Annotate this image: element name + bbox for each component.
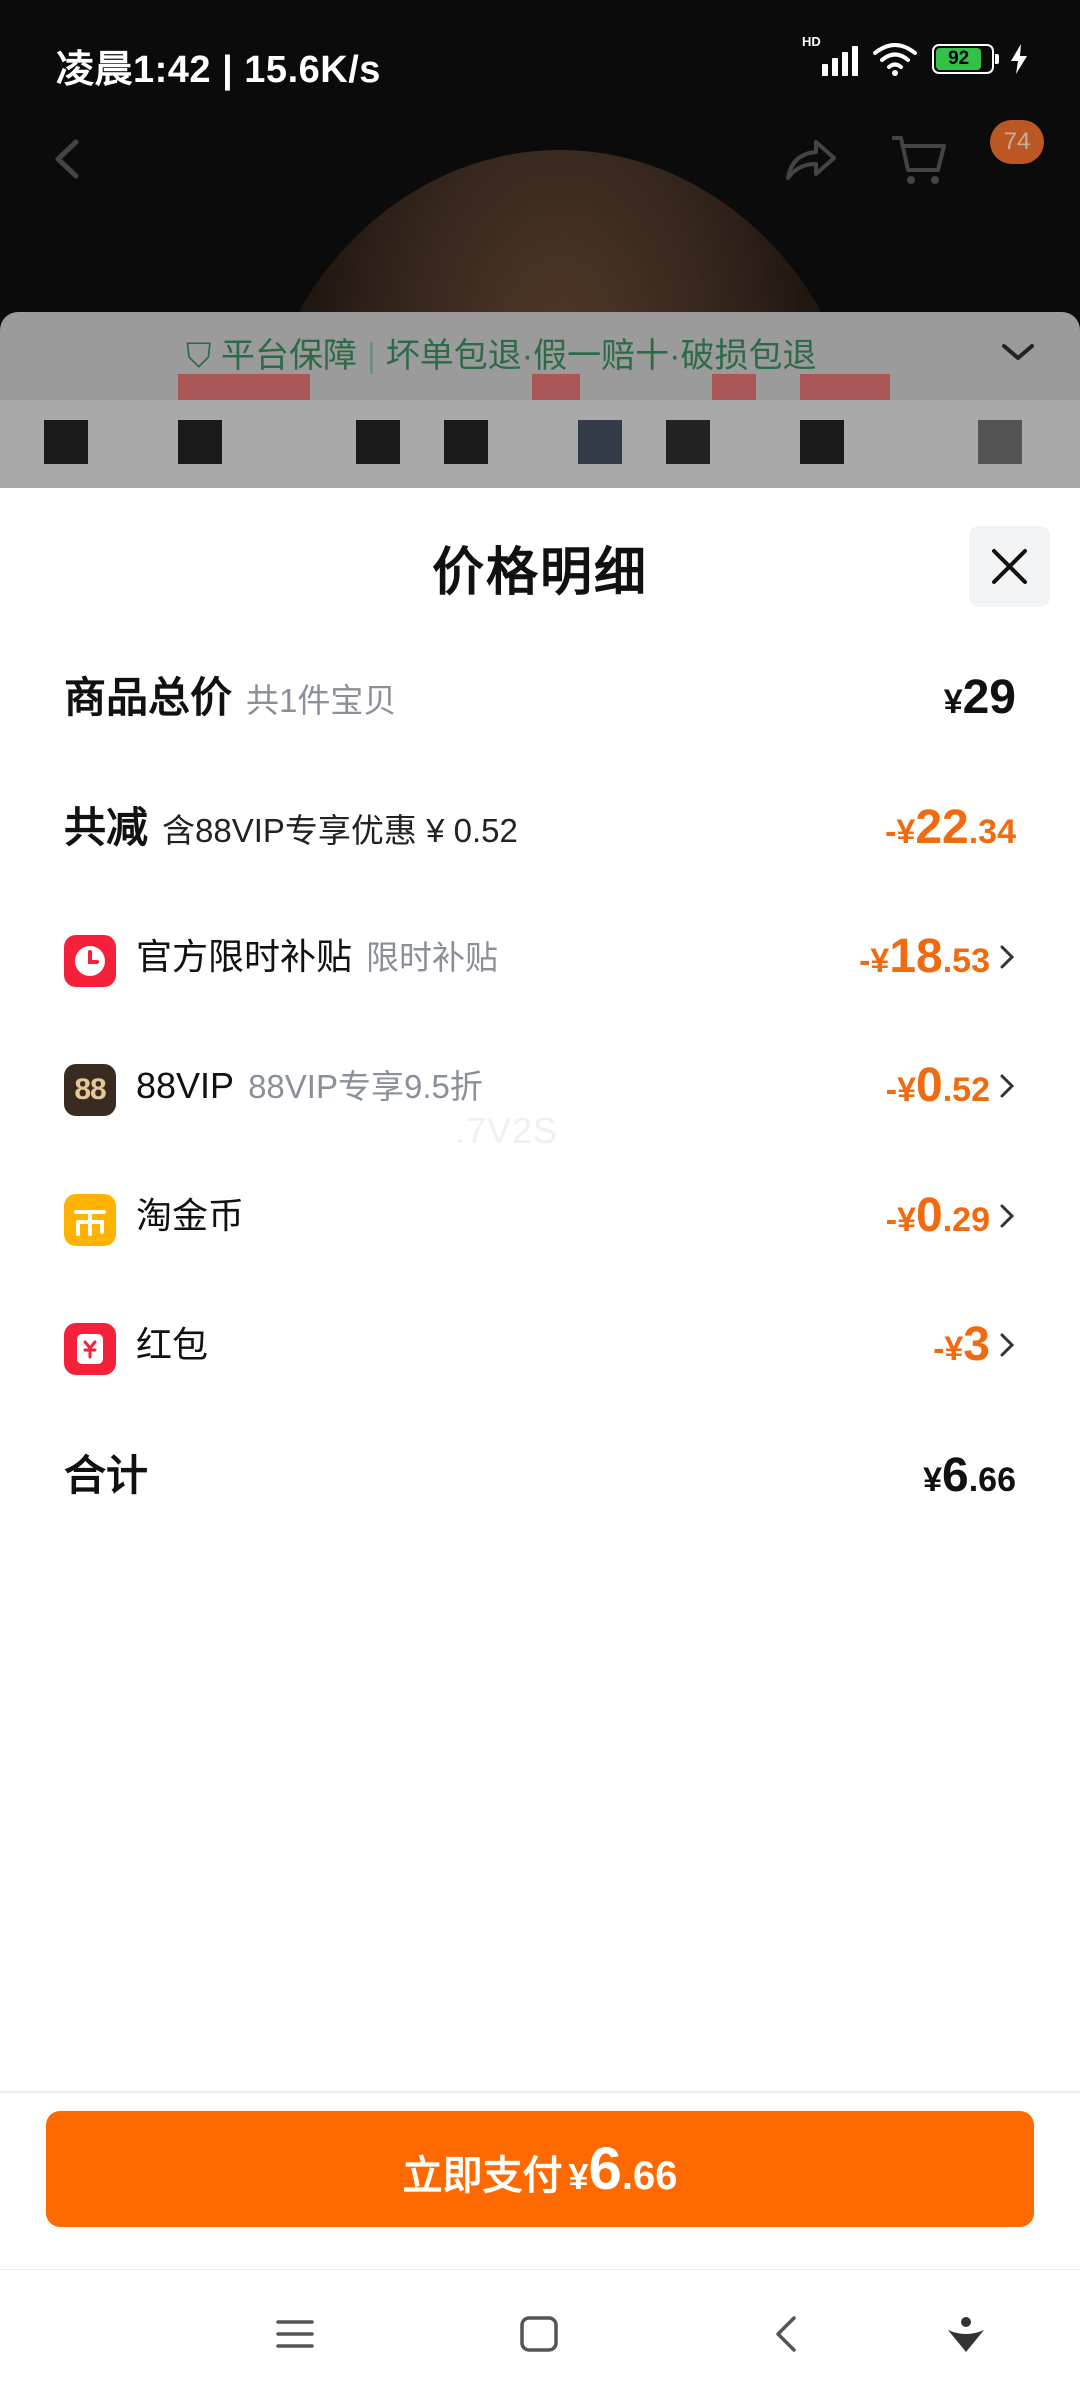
row-label: 共减 含88VIP专享优惠 ¥ 0.52	[64, 804, 518, 851]
row-taojinbi[interactable]: 淘金币 -¥0.29	[64, 1176, 1016, 1256]
assistant-icon[interactable]	[944, 2312, 988, 2356]
row-amount: -¥0.29	[885, 1189, 990, 1242]
back-arrow-icon[interactable]	[44, 134, 94, 184]
chevron-right-icon	[1000, 1333, 1015, 1357]
row-label: 淘金币	[136, 1195, 245, 1236]
row-grand-total: 合计 ¥6.66	[64, 1436, 1016, 1516]
row-red-packet[interactable]: 红包 -¥3	[64, 1305, 1016, 1385]
row-goods-total: 商品总价 共1件宝贝 ¥29	[64, 658, 1016, 738]
product-top-nav: 74	[0, 120, 1080, 200]
row-amount: -¥22.34	[885, 801, 1016, 854]
row-label: 合计	[64, 1452, 149, 1499]
row-amount: -¥18.53	[859, 930, 990, 983]
wifi-icon	[873, 43, 917, 76]
red-packet-icon	[64, 1323, 116, 1375]
home-icon[interactable]	[518, 2312, 560, 2356]
close-button[interactable]	[969, 526, 1050, 607]
battery-level: 92	[936, 48, 982, 70]
row-amount: ¥29	[943, 671, 1016, 724]
chevron-right-icon	[1000, 1204, 1015, 1228]
chevron-right-icon	[1000, 945, 1015, 969]
guarantee-line: ⛉ 平台保障 | 坏单包退·假一赔十·破损包退	[186, 337, 817, 375]
guarantee-items: 坏单包退·假一赔十·破损包退	[385, 337, 817, 375]
row-sub: 88VIP专享9.5折	[248, 1068, 483, 1105]
divider	[0, 2091, 1080, 2093]
battery-icon: 92	[932, 44, 999, 74]
row-label: 商品总价 共1件宝贝	[64, 674, 397, 721]
back-icon[interactable]	[766, 2312, 808, 2356]
row-sub: 含88VIP专享优惠 ¥ 0.52	[162, 812, 518, 849]
row-label: 88VIP 88VIP专享9.5折	[136, 1065, 483, 1106]
chevron-right-icon	[1000, 1074, 1015, 1098]
cart-count-badge: 74	[990, 120, 1044, 164]
row-amount: -¥3	[933, 1318, 990, 1371]
vip-88-icon: 88	[64, 1064, 116, 1116]
share-icon[interactable]	[780, 130, 840, 190]
pay-label: 立即支付	[402, 2154, 563, 2198]
close-icon	[992, 549, 1027, 584]
status-bar: 凌晨1:42 | 15.6K/s HD 92	[0, 0, 1080, 125]
status-time: 凌晨1:42 | 15.6K/s	[56, 49, 381, 91]
row-official-subsidy[interactable]: 官方限时补贴 限时补贴 -¥18.53	[64, 917, 1016, 997]
clock-icon	[64, 935, 116, 987]
row-sub: 共1件宝贝	[246, 682, 397, 719]
row-label: 官方限时补贴 限时补贴	[136, 936, 499, 977]
row-total-discount: 共减 含88VIP专享优惠 ¥ 0.52 -¥22.34	[64, 788, 1016, 868]
guarantee-card: ⛉ 平台保障 | 坏单包退·假一赔十·破损包退	[0, 312, 1080, 492]
obscured-tags-row	[0, 400, 1080, 492]
watermark: .7V2S	[455, 1110, 559, 1151]
status-icons: HD 92	[802, 34, 1030, 76]
guarantee-label: 平台保障	[220, 337, 357, 375]
charging-icon	[1011, 44, 1027, 74]
sheet-title: 价格明细	[431, 544, 648, 602]
shield-check-icon: ⛉	[186, 337, 212, 375]
pay-now-button[interactable]: 立即支付 ¥6.66	[46, 2111, 1034, 2227]
coin-icon	[64, 1194, 116, 1246]
row-sub: 限时补贴	[366, 939, 499, 976]
signal-icon: HD	[802, 34, 858, 76]
cart-icon[interactable]	[888, 128, 950, 190]
system-nav-bar	[0, 2269, 1080, 2401]
background-product-page: 凌晨1:42 | 15.6K/s HD 92 74 ⛉ 平台保障 | 坏单包退·…	[0, 0, 1080, 500]
price-detail-sheet: 价格明细 商品总价 共1件宝贝 ¥29 共减 含88VIP专享优惠 ¥ 0.52 -…	[0, 488, 1080, 2269]
network-type: HD	[802, 34, 821, 49]
menu-icon[interactable]	[274, 2312, 316, 2356]
row-label: 红包	[136, 1324, 209, 1365]
row-amount: -¥0.52	[885, 1059, 990, 1112]
chevron-down-icon[interactable]	[998, 338, 1038, 366]
row-amount: ¥6.66	[923, 1449, 1016, 1502]
